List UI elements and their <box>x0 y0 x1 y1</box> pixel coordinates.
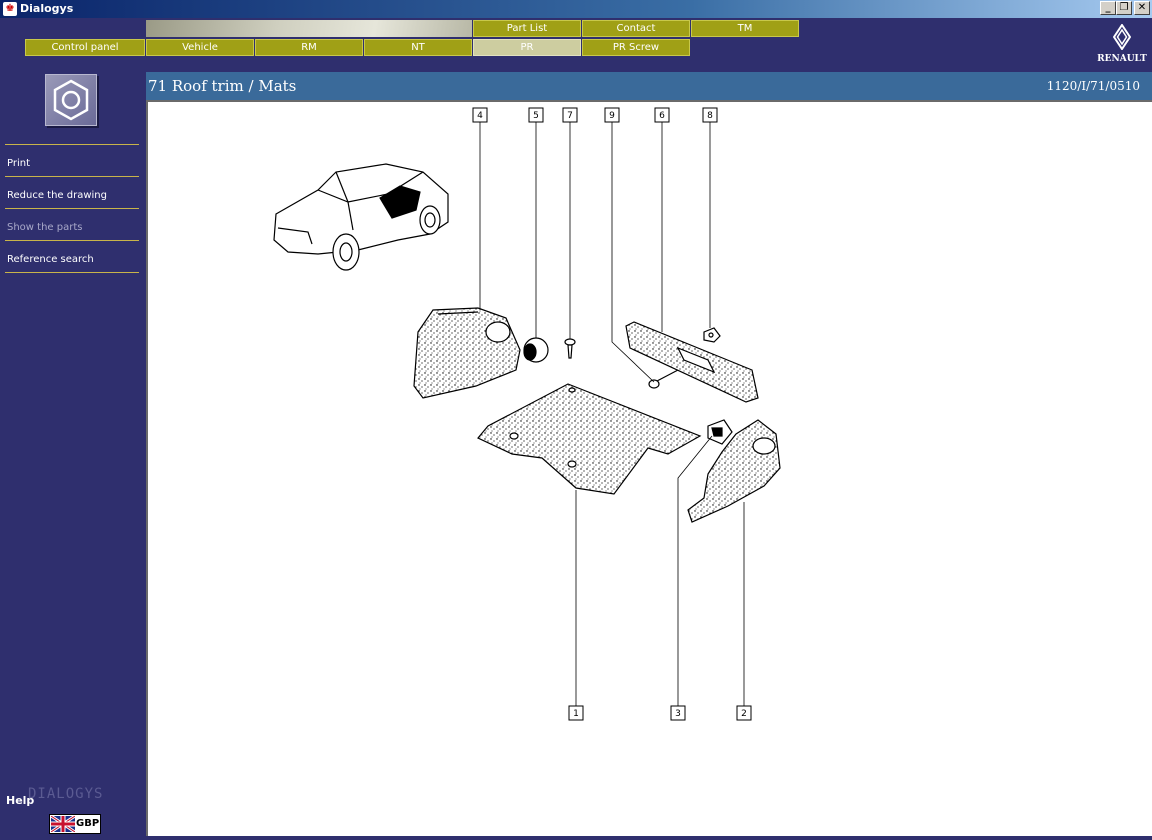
part-3-bracket <box>707 419 733 445</box>
callout-9[interactable]: 9 <box>604 107 620 123</box>
svg-text:6: 6 <box>659 111 665 121</box>
sidebar-item-reference-search[interactable]: Reference search <box>7 254 139 265</box>
callout-3[interactable]: 3 <box>670 705 686 721</box>
currency-button[interactable]: GBP <box>49 814 101 834</box>
svg-text:8: 8 <box>707 111 713 121</box>
title-bar: ♚ Dialogys _ ❐ ✕ <box>0 0 1152 18</box>
renault-logo: RENAULT <box>1096 23 1148 68</box>
svg-text:2: 2 <box>741 709 747 719</box>
car-illustration <box>273 163 449 271</box>
bolt-icon <box>45 74 97 126</box>
callout-7[interactable]: 7 <box>562 107 578 123</box>
uk-flag-icon <box>51 816 75 832</box>
part-6-shelf-support <box>625 321 759 403</box>
sidebar-item-reduce-drawing[interactable]: Reduce the drawing <box>7 190 139 201</box>
part-8-nut <box>703 327 721 343</box>
header-banner-image <box>146 20 472 37</box>
tab-rm[interactable]: RM <box>255 39 363 56</box>
tab-pr[interactable]: PR <box>473 39 581 56</box>
tab-pr-screw[interactable]: PR Screw <box>582 39 690 56</box>
sidebar-item-show-parts[interactable]: Show the parts <box>7 222 139 233</box>
tab-nt[interactable]: NT <box>364 39 472 56</box>
part-2-right-trim <box>687 419 781 523</box>
tab-contact[interactable]: Contact <box>582 20 690 37</box>
svg-text:5: 5 <box>533 111 539 121</box>
dialogys-watermark: DIALOGYS <box>28 786 104 802</box>
part-9-screw <box>648 369 679 389</box>
sidebar: Print Reduce the drawing Show the parts … <box>0 72 146 840</box>
svg-text:4: 4 <box>477 111 483 121</box>
svg-text:3: 3 <box>675 709 681 719</box>
tab-vehicle[interactable]: Vehicle <box>146 39 254 56</box>
content-header: 71 Roof trim / Mats 1120/I/71/0510 <box>146 72 1152 100</box>
callout-2[interactable]: 2 <box>736 705 752 721</box>
tab-tm[interactable]: TM <box>691 20 799 37</box>
part-1-floor-mat <box>477 383 702 495</box>
callout-1[interactable]: 1 <box>568 705 584 721</box>
drawing-reference: 1120/I/71/0510 <box>1046 79 1140 93</box>
sidebar-item-print[interactable]: Print <box>7 158 139 169</box>
currency-label: GBP <box>76 818 100 829</box>
header: Part List Contact TM Control panel Vehic… <box>0 18 1152 72</box>
menu-separator <box>5 176 139 177</box>
renault-diamond-icon <box>1112 23 1132 51</box>
window-title: Dialogys <box>20 2 74 15</box>
part-5-clip <box>523 337 549 363</box>
help-link[interactable]: Help <box>6 794 34 807</box>
callout-8[interactable]: 8 <box>702 107 718 123</box>
svg-text:7: 7 <box>567 111 573 121</box>
brand-name: RENAULT <box>1097 54 1147 64</box>
parts-diagram: 4 5 7 9 6 8 1 3 2 <box>273 107 781 721</box>
tab-part-list[interactable]: Part List <box>473 20 581 37</box>
restore-button[interactable]: ❐ <box>1116 1 1132 15</box>
svg-text:9: 9 <box>609 111 615 121</box>
callout-5[interactable]: 5 <box>528 107 544 123</box>
app-icon: ♚ <box>3 2 17 16</box>
exploded-drawing[interactable]: 4 5 7 9 6 8 1 3 2 <box>146 100 1152 836</box>
tab-control-panel[interactable]: Control panel <box>25 39 145 56</box>
menu-separator <box>5 240 139 241</box>
callout-6[interactable]: 6 <box>654 107 670 123</box>
close-button[interactable]: ✕ <box>1134 1 1150 15</box>
part-4-left-trim <box>413 307 521 399</box>
menu-separator <box>5 144 139 145</box>
callout-4[interactable]: 4 <box>472 107 488 123</box>
svg-text:1: 1 <box>573 709 579 719</box>
menu-separator <box>5 208 139 209</box>
menu-separator <box>5 272 139 273</box>
minimize-button[interactable]: _ <box>1100 1 1116 15</box>
part-7-fastener <box>564 338 576 359</box>
page-title: 71 Roof trim / Mats <box>148 77 297 95</box>
